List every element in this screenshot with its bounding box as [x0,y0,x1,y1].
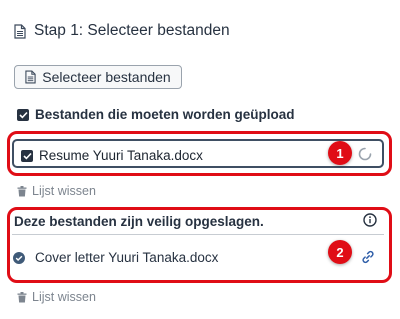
select-files-label: Selecteer bestanden [42,69,171,85]
trash-icon [17,291,27,303]
trash-icon [17,185,27,197]
to-upload-header: Bestanden die moeten worden geüpload [17,107,295,122]
select-all-checkbox[interactable] [17,108,29,121]
step-header: Stap 1: Selecteer bestanden [14,22,230,40]
upload-panel: Stap 1: Selecteer bestanden Selecteer be… [0,0,400,319]
link-icon[interactable] [361,250,375,264]
step-badge-1: 1 [328,141,352,165]
step-badge-2: 2 [328,240,352,264]
loading-spinner-icon [358,147,372,161]
document-icon [14,23,26,39]
step-title: Stap 1: Selecteer bestanden [34,22,230,39]
clear-list-label: Lijst wissen [32,184,96,198]
info-icon[interactable] [363,213,377,227]
file-checkbox[interactable] [21,149,33,162]
clear-upload-list-link[interactable]: Lijst wissen [17,184,96,198]
saved-file-item: Cover letter Yuuri Tanaka.docx [13,250,218,265]
upload-file-row: Resume Yuuri Tanaka.docx [21,148,203,163]
document-icon [25,70,36,84]
saved-files-title: Deze bestanden zijn veilig opgeslagen. [14,214,264,229]
clear-saved-list-link[interactable]: Lijst wissen [17,290,96,304]
saved-file-name: Cover letter Yuuri Tanaka.docx [35,250,219,265]
upload-file-name: Resume Yuuri Tanaka.docx [39,148,203,163]
check-circle-icon [13,251,25,264]
select-files-button[interactable]: Selecteer bestanden [14,65,182,89]
clear-list-label: Lijst wissen [32,290,96,304]
to-upload-label: Bestanden die moeten worden geüpload [35,107,295,122]
section-divider [12,234,384,235]
